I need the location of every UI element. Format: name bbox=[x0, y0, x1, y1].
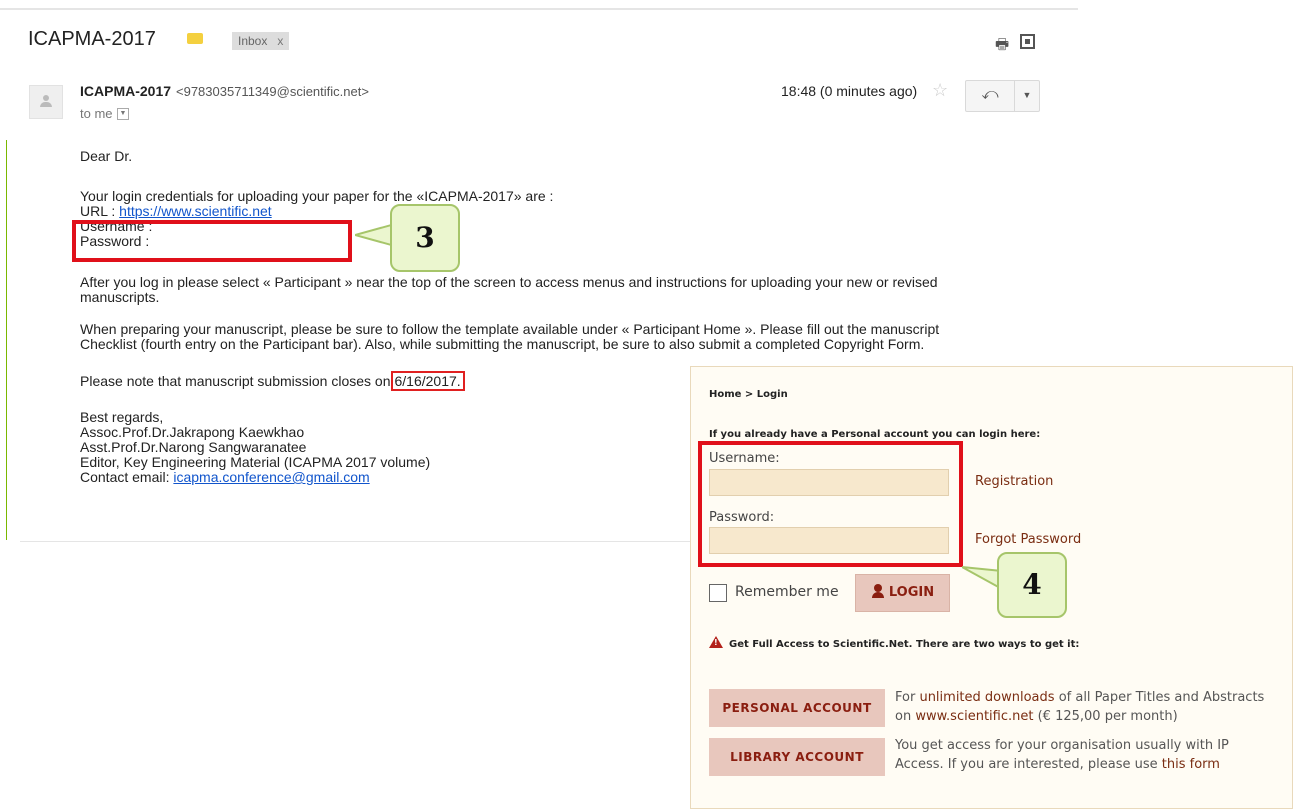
divider bbox=[0, 8, 1078, 10]
url-link[interactable]: https://www.scientific.net bbox=[119, 203, 272, 219]
callout-step-3: 3 bbox=[390, 204, 460, 272]
deadline-date: 6/16/2017. bbox=[390, 371, 465, 391]
callout-step-4: 4 bbox=[997, 552, 1067, 618]
personal-text-pre: For bbox=[895, 690, 916, 705]
user-icon bbox=[871, 584, 885, 598]
library-account-text: You get access for your organisation usu… bbox=[895, 736, 1280, 774]
unlimited-downloads-link[interactable]: unlimited downloads bbox=[919, 690, 1054, 705]
deadline-line: Please note that manuscript submission c… bbox=[80, 371, 465, 391]
warning-icon: ! bbox=[709, 636, 723, 648]
preparing-line-2: Checklist (fourth entry on the Participa… bbox=[80, 336, 925, 352]
url-line: URL : https://www.scientific.net bbox=[80, 204, 272, 219]
email-timestamp: 18:48 (0 minutes ago) bbox=[781, 83, 918, 99]
callout-pointer bbox=[355, 222, 395, 248]
library-account-button[interactable]: LIBRARY ACCOUNT bbox=[709, 738, 885, 776]
signer-3: Editor, Key Engineering Material (ICAPMA… bbox=[80, 454, 431, 470]
breadcrumb: Home > Login bbox=[709, 389, 788, 400]
inbox-label-chip[interactable]: Inbox x bbox=[232, 32, 290, 50]
dropdown-icon[interactable]: ▼ bbox=[117, 108, 129, 120]
avatar bbox=[29, 85, 63, 119]
full-access-text: Get Full Access to Scientific.Net. There… bbox=[729, 639, 1080, 650]
recipient-label: to me bbox=[80, 106, 113, 121]
scientific-net-link[interactable]: www.scientific.net bbox=[915, 709, 1033, 724]
close-icon[interactable]: x bbox=[277, 34, 283, 48]
more-icon[interactable]: ▼ bbox=[1014, 80, 1040, 112]
sender-name: ICAPMA-2017 bbox=[80, 83, 172, 99]
login-fields-highlight-box bbox=[698, 441, 963, 567]
contact-label: Contact email: bbox=[80, 469, 170, 485]
reply-button[interactable]: ⤺ bbox=[965, 80, 1015, 112]
callout-pointer bbox=[962, 566, 1002, 591]
new-window-icon[interactable] bbox=[1020, 34, 1035, 49]
greeting: Dear Dr. bbox=[80, 148, 133, 164]
login-intro: If you already have a Personal account y… bbox=[709, 429, 1041, 440]
login-button[interactable]: LOGIN bbox=[855, 574, 950, 612]
after-login-line-1: After you log in please select « Partici… bbox=[80, 274, 938, 290]
this-form-link[interactable]: this form bbox=[1162, 757, 1220, 772]
regards: Best regards, bbox=[80, 409, 164, 425]
contact-email-link[interactable]: icapma.conference@gmail.com bbox=[173, 469, 369, 485]
email-subject: ICAPMA-2017 bbox=[28, 28, 156, 50]
credentials-highlight-box bbox=[72, 220, 352, 262]
signer-2: Asst.Prof.Dr.Narong Sangwaranatee bbox=[80, 439, 307, 455]
registration-link[interactable]: Registration bbox=[975, 474, 1053, 489]
personal-account-text: For unlimited downloads of all Paper Tit… bbox=[895, 688, 1280, 726]
label-tag-icon[interactable] bbox=[187, 33, 203, 44]
signer-1: Assoc.Prof.Dr.Jakrapong Kaewkhao bbox=[80, 424, 305, 440]
sender-email: <9783035711349@scientific.net> bbox=[176, 84, 369, 99]
url-label: URL : bbox=[80, 203, 116, 219]
personal-text-post: (€ 125,00 per month) bbox=[1037, 709, 1178, 724]
divider bbox=[6, 140, 7, 540]
credentials-intro: Your login credentials for uploading you… bbox=[80, 188, 554, 204]
print-icon[interactable]: 🖶 bbox=[995, 34, 1009, 59]
reply-icon: ⤺ bbox=[981, 86, 999, 103]
login-button-label: LOGIN bbox=[888, 585, 935, 600]
remember-me-checkbox[interactable] bbox=[709, 584, 727, 602]
personal-account-button[interactable]: PERSONAL ACCOUNT bbox=[709, 689, 885, 727]
full-access-heading: ! Get Full Access to Scientific.Net. Ther… bbox=[709, 636, 1079, 650]
preparing-line-1: When preparing your manuscript, please b… bbox=[80, 321, 940, 337]
after-login-line-2: manuscripts. bbox=[80, 289, 160, 305]
star-icon[interactable]: ☆ bbox=[932, 80, 948, 101]
contact-line: Contact email: icapma.conference@gmail.c… bbox=[80, 470, 370, 485]
forgot-password-link[interactable]: Forgot Password bbox=[975, 532, 1081, 547]
inbox-chip-label: Inbox bbox=[238, 34, 268, 48]
deadline-text: Please note that manuscript submission c… bbox=[80, 373, 391, 389]
remember-me-label: Remember me bbox=[735, 584, 839, 600]
